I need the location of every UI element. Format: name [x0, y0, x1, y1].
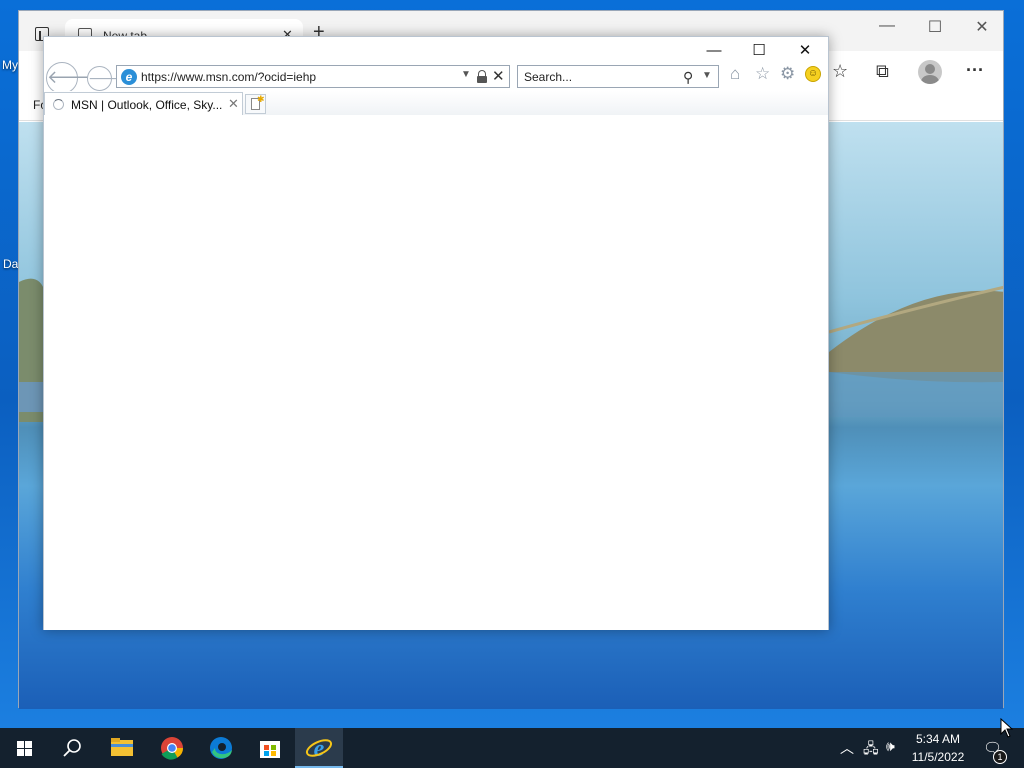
ie-close-button[interactable]: ✕	[790, 42, 820, 60]
edge-close-button[interactable]: ✕	[959, 17, 1005, 37]
mouse-cursor-icon	[1000, 718, 1014, 738]
ie-navigation-bar: 🡐 🡒 e https://www.msn.com/?ocid=iehp ▼ ✕…	[44, 61, 828, 94]
volume-icon[interactable]: 🕪	[886, 738, 895, 755]
search-icon[interactable]: ⚲	[683, 69, 693, 86]
edge-minimize-button[interactable]: —	[864, 17, 910, 35]
ie-tab-msn[interactable]: MSN | Outlook, Office, Sky... ✕	[44, 92, 243, 116]
address-bar[interactable]: e https://www.msn.com/?ocid=iehp ▼ ✕	[116, 65, 510, 88]
back-button[interactable]: 🡐	[46, 62, 95, 94]
ie-tab-row: MSN | Outlook, Office, Sky... ✕ ✱	[44, 91, 828, 116]
loading-spinner-icon	[53, 99, 64, 110]
store-button[interactable]	[246, 728, 294, 768]
ie-minimize-button[interactable]: —	[699, 42, 729, 60]
profile-avatar[interactable]	[918, 60, 942, 84]
search-dropdown-icon[interactable]: ▼	[702, 70, 712, 81]
store-icon	[260, 741, 280, 758]
windows-logo-icon	[17, 741, 32, 756]
file-explorer-button[interactable]	[98, 728, 146, 768]
favorites-icon[interactable]: ☆	[832, 61, 848, 82]
search-placeholder[interactable]: Search...	[524, 70, 572, 84]
edge-icon	[210, 737, 232, 759]
edge-button[interactable]	[197, 728, 245, 768]
search-icon	[63, 739, 81, 757]
edge-maximize-button[interactable]: ☐	[912, 17, 958, 37]
ie-maximize-button[interactable]: ☐	[744, 42, 774, 60]
collections-icon[interactable]: ⧉	[876, 61, 889, 82]
search-taskbar-button[interactable]	[48, 728, 96, 768]
more-options-icon[interactable]: ···	[966, 60, 984, 81]
address-dropdown-icon[interactable]: ▼	[461, 69, 471, 80]
folder-icon	[111, 738, 133, 756]
notification-count-badge: 1	[993, 750, 1007, 764]
show-hidden-icons-chevron[interactable]: ︿	[840, 738, 854, 758]
lock-icon[interactable]	[477, 70, 487, 83]
feedback-smiley-icon[interactable]: ☺	[805, 66, 821, 82]
desktop-icon-label[interactable]: My	[2, 58, 18, 72]
ie-tab-title: MSN | Outlook, Office, Sky...	[71, 98, 223, 112]
start-button[interactable]	[0, 728, 48, 768]
ie-page-content[interactable]	[44, 115, 828, 630]
desktop-icon-label[interactable]: Da	[3, 257, 18, 271]
home-icon[interactable]: ⌂	[730, 64, 740, 84]
ie-new-tab-button[interactable]: ✱	[245, 94, 266, 114]
favorites-star-icon[interactable]: ☆	[755, 64, 770, 84]
clock-time[interactable]: 5:34 AM	[905, 732, 971, 746]
ie-tab-close-button[interactable]: ✕	[228, 96, 239, 112]
clock-date[interactable]: 11/5/2022	[905, 750, 971, 764]
chrome-button[interactable]	[148, 728, 196, 768]
chrome-icon	[161, 737, 183, 760]
forward-button[interactable]: 🡒	[87, 66, 126, 91]
internet-explorer-button[interactable]: e	[295, 728, 343, 768]
taskbar: e ︿ 🖧 🕪 5:34 AM 11/5/2022 🗨	[0, 728, 1024, 768]
network-icon[interactable]: 🖧	[863, 738, 879, 762]
search-box[interactable]: Search... ⚲ ▼	[517, 65, 719, 88]
ie-page-icon: e	[121, 69, 137, 85]
address-url[interactable]: https://www.msn.com/?ocid=iehp	[141, 70, 316, 84]
stop-icon[interactable]: ✕	[492, 67, 505, 85]
tools-gear-icon[interactable]: ⚙	[780, 64, 795, 84]
internet-explorer-window: — ☐ ✕ 🡐 🡒 e https://www.msn.com/?ocid=ie…	[43, 36, 829, 630]
new-tab-sparkle-icon: ✱	[257, 94, 265, 104]
internet-explorer-icon: e	[305, 736, 333, 762]
